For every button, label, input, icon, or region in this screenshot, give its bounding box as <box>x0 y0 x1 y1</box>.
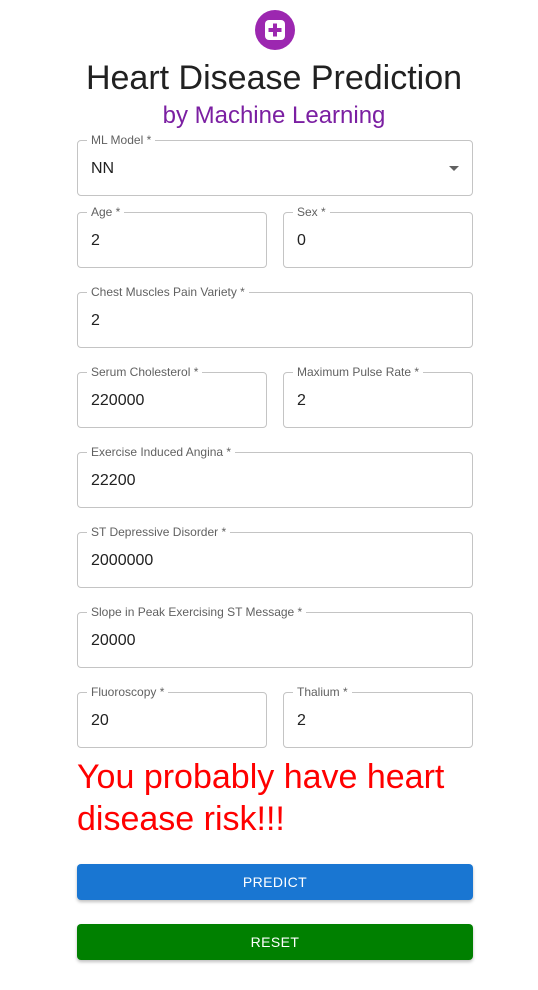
angina-input[interactable]: Exercise Induced Angina * 22200 <box>77 445 473 508</box>
sex-input[interactable]: Sex * 0 <box>283 205 473 268</box>
ml-model-label: ML Model * <box>87 133 156 147</box>
st-depression-input[interactable]: ST Depressive Disorder * 2000000 <box>77 525 473 588</box>
ml-model-value: NN <box>91 160 115 177</box>
thalium-input[interactable]: Thalium * 2 <box>283 685 473 748</box>
cholesterol-value[interactable]: 220000 <box>91 392 144 410</box>
reset-button[interactable]: Reset <box>77 924 473 960</box>
predict-button[interactable]: Predict <box>77 864 473 900</box>
dropdown-arrow-icon[interactable] <box>449 166 459 171</box>
medical-plus-icon <box>265 20 285 40</box>
chest-pain-value[interactable]: 2 <box>91 312 100 330</box>
ml-model-select[interactable]: ML Model * NN <box>77 133 473 196</box>
slope-label: Slope in Peak Exercising ST Message * <box>87 605 307 619</box>
slope-input[interactable]: Slope in Peak Exercising ST Message * 20… <box>77 605 473 668</box>
slope-value[interactable]: 20000 <box>91 632 136 650</box>
st-depression-label: ST Depressive Disorder * <box>87 525 231 539</box>
max-pulse-value[interactable]: 2 <box>297 392 306 410</box>
age-input[interactable]: Age * 2 <box>77 205 267 268</box>
page-title: Heart Disease Prediction <box>85 59 463 97</box>
thalium-value[interactable]: 2 <box>297 712 306 730</box>
st-depression-value[interactable]: 2000000 <box>91 552 153 570</box>
max-pulse-label: Maximum Pulse Rate * <box>293 365 424 379</box>
fluoroscopy-value[interactable]: 20 <box>91 712 109 730</box>
thalium-label: Thalium * <box>293 685 352 699</box>
age-label: Age * <box>87 205 125 219</box>
angina-value[interactable]: 22200 <box>91 472 136 490</box>
sex-label: Sex * <box>293 205 330 219</box>
chest-pain-label: Chest Muscles Pain Variety * <box>87 285 249 299</box>
angina-label: Exercise Induced Angina * <box>87 445 236 459</box>
cholesterol-input[interactable]: Serum Cholesterol * 220000 <box>77 365 267 428</box>
chest-pain-input[interactable]: Chest Muscles Pain Variety * 2 <box>77 285 473 348</box>
prediction-result: You probably have heart disease risk!!! <box>77 758 445 838</box>
age-value[interactable]: 2 <box>91 232 100 250</box>
fluoroscopy-label: Fluoroscopy * <box>87 685 169 699</box>
fluoroscopy-input[interactable]: Fluoroscopy * 20 <box>77 685 267 748</box>
logo-badge <box>255 10 295 50</box>
page-subtitle: by Machine Learning <box>162 102 386 129</box>
sex-value[interactable]: 0 <box>297 232 306 250</box>
max-pulse-input[interactable]: Maximum Pulse Rate * 2 <box>283 365 473 428</box>
cholesterol-label: Serum Cholesterol * <box>87 365 203 379</box>
